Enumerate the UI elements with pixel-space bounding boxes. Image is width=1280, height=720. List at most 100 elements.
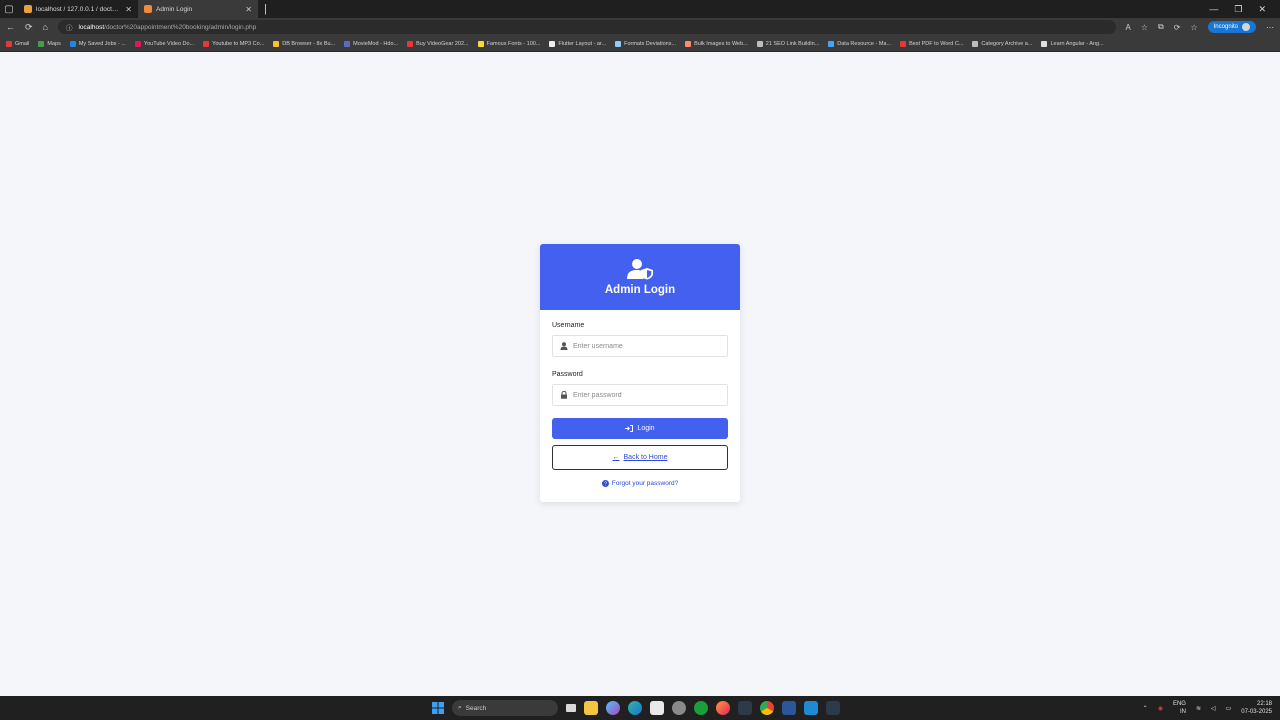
bookmark-item[interactable]: Bulk Images to Web... [685, 40, 748, 47]
bookmark-item[interactable]: Famous Fonts - 100... [477, 40, 541, 47]
system-tray: ⌃ ◉ ENG IN ≋ ◁ ▭ 22:18 07-03-2025 [1143, 696, 1272, 720]
copilot-icon[interactable] [606, 701, 620, 715]
firefox-icon[interactable] [716, 701, 730, 715]
bookmark-item[interactable]: Maps [38, 40, 61, 47]
back-to-home-button[interactable]: ← Back to Home [552, 445, 728, 470]
bookmark-item[interactable]: Flutter Layout - ar... [549, 40, 606, 47]
date-label: 07-03-2025 [1241, 709, 1272, 715]
url-host: localhost [78, 23, 105, 31]
username-input[interactable] [573, 342, 727, 350]
bookmark-item[interactable]: Best PDF to Word C... [900, 40, 964, 47]
toolbar-actions: A ☆ ⧉ ⟳ ☆ Incognito ⋯ [1126, 21, 1274, 33]
bookmark-favicon-icon [756, 40, 763, 47]
restore-icon[interactable]: ❐ [1234, 4, 1242, 15]
profile-button[interactable]: Incognito [1207, 21, 1256, 33]
volume-icon[interactable]: ◁ [1211, 705, 1216, 712]
battery-icon[interactable]: ▭ [1226, 705, 1232, 712]
bookmark-item[interactable]: Learn Angular - Ang... [1041, 40, 1104, 47]
bookmark-item[interactable]: Gmail [6, 40, 29, 47]
xbox-icon[interactable] [694, 701, 708, 715]
forgot-password-link[interactable]: ? Forgot your password? [552, 480, 728, 487]
chevron-up-icon[interactable]: ⌃ [1143, 705, 1148, 712]
bookmark-favicon-icon [407, 40, 414, 47]
taskbar-apps: ⌕ Search [432, 696, 840, 720]
close-tab-icon[interactable]: ✕ [245, 5, 252, 14]
user-shield-icon [627, 259, 653, 280]
home-icon[interactable]: ⌂ [43, 22, 48, 32]
language-indicator[interactable]: ENG IN [1173, 700, 1186, 716]
arrow-left-icon: ← [612, 454, 620, 461]
bookmark-label: Formats Deviations... [624, 40, 677, 47]
bookmark-item[interactable]: Formats Deviations... [615, 40, 677, 47]
clock[interactable]: 22:18 07-03-2025 [1241, 700, 1272, 716]
terminal-icon[interactable] [826, 701, 840, 715]
site-info-icon[interactable]: ⓘ [66, 22, 73, 32]
store-icon[interactable] [650, 701, 664, 715]
bookmark-favicon-icon [615, 40, 622, 47]
sign-in-icon [625, 425, 634, 432]
settings-gear-icon[interactable] [672, 701, 686, 715]
terminal-icon[interactable] [738, 701, 752, 715]
bookmark-item[interactable]: My Saved Jobs - ... [69, 40, 126, 47]
bookmark-favicon-icon [69, 40, 76, 47]
bookmark-label: Maps [47, 40, 61, 47]
close-tab-icon[interactable]: ✕ [125, 5, 132, 14]
login-form: Username Password [540, 310, 740, 499]
read-aloud-icon[interactable]: A [1126, 23, 1131, 32]
chrome-icon[interactable] [760, 701, 774, 715]
bookmark-item[interactable]: Youtube to MP3 Co... [203, 40, 265, 47]
back-to-home-label: Back to Home [623, 454, 668, 461]
bookmark-item[interactable]: Data Resource - Ma... [828, 40, 892, 47]
tab-actions-icon[interactable]: ▢ [0, 0, 18, 18]
favorite-star-icon[interactable]: ☆ [1141, 23, 1148, 32]
minimize-icon[interactable]: — [1209, 4, 1218, 15]
word-icon[interactable] [782, 701, 796, 715]
more-menu-icon[interactable]: ⋯ [1266, 23, 1274, 32]
back-icon[interactable]: ← [6, 22, 15, 32]
extensions-icon[interactable]: ⧉ [1158, 22, 1164, 32]
bookmark-label: Best PDF to Word C... [909, 40, 964, 47]
time-label: 22:18 [1256, 701, 1272, 707]
reload-icon[interactable]: ⟳ [25, 22, 33, 33]
tab-title: localhost / 127.0.0.1 / doctor app [36, 5, 122, 13]
bookmark-label: Bulk Images to Web... [694, 40, 748, 47]
tab-admin-login[interactable]: Admin Login ✕ [138, 0, 258, 18]
taskbar-search[interactable]: ⌕ Search [452, 700, 558, 716]
profile-label: Incognito [1213, 24, 1238, 30]
windows-start-icon[interactable] [432, 702, 444, 714]
bookmark-item[interactable]: Category Archive a... [972, 40, 1032, 47]
wifi-icon[interactable]: ≋ [1196, 705, 1201, 712]
antivirus-icon[interactable]: ◉ [1158, 705, 1163, 712]
close-window-icon[interactable]: ✕ [1258, 4, 1266, 15]
bookmark-item[interactable]: MovieMod - Hdo... [344, 40, 399, 47]
task-view-icon[interactable] [566, 704, 576, 712]
bookmark-label: Youtube to MP3 Co... [212, 40, 265, 47]
bookmark-item[interactable]: DB Browser - 8x Bu... [273, 40, 335, 47]
bookmark-label: MovieMod - Hdo... [353, 40, 399, 47]
new-tab-icon[interactable]: | [258, 3, 273, 15]
bookmark-label: Learn Angular - Ang... [1050, 40, 1104, 47]
edge-icon[interactable] [628, 701, 642, 715]
taskbar: ⌕ Search ⌃ ◉ ENG IN ≋ ◁ ▭ 22:18 07-03-20… [0, 696, 1280, 720]
username-field-wrapper [552, 335, 728, 357]
vscode-icon[interactable] [804, 701, 818, 715]
url-field[interactable]: ⓘ localhost/doctor%20appointment%20booki… [57, 20, 1116, 34]
bookmark-label: Data Resource - Ma... [837, 40, 892, 47]
lock-icon [561, 391, 567, 399]
favorites-icon[interactable]: ☆ [1190, 23, 1197, 32]
bookmark-label: Famous Fonts - 100... [486, 40, 541, 47]
bookmark-item[interactable]: YouTube Video Do... [134, 40, 194, 47]
refresh-icon[interactable]: ⟳ [1174, 23, 1181, 32]
bookmark-favicon-icon [6, 40, 12, 47]
taskbar-search-label: Search [465, 704, 487, 712]
file-explorer-icon[interactable] [584, 701, 598, 715]
bookmark-label: 21 SEO Link Buildin... [765, 40, 820, 47]
svg-text:?: ? [604, 481, 607, 487]
password-input[interactable] [573, 391, 727, 399]
bookmark-favicon-icon [972, 40, 979, 47]
bookmark-favicon-icon [828, 40, 835, 47]
bookmark-item[interactable]: Buy VideoGear 202... [407, 40, 469, 47]
bookmark-item[interactable]: 21 SEO Link Buildin... [756, 40, 820, 47]
login-button[interactable]: Login [552, 418, 728, 439]
tab-phpmyadmin[interactable]: localhost / 127.0.0.1 / doctor app ✕ [18, 0, 138, 18]
